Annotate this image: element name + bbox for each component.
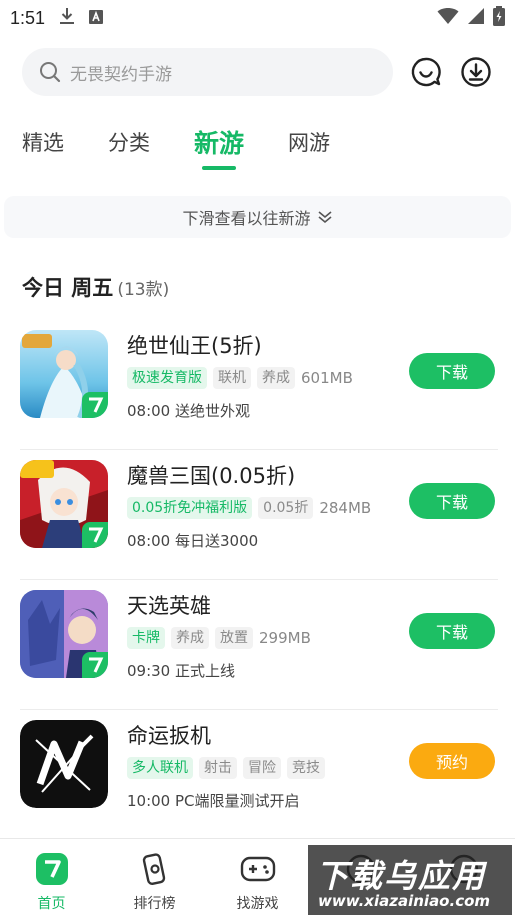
game-size: 299MB <box>259 629 311 647</box>
game-list-item[interactable]: 绝世仙王(5折) 极速发育版 联机 养成 601MB 08:00 送绝世外观 下… <box>20 320 498 450</box>
watermark-title: 下载乌应用 <box>316 857 487 895</box>
release-time: 08:00 <box>127 402 171 420</box>
game-name: 命运扳机 <box>127 724 211 748</box>
game-tag: 极速发育版 <box>127 367 207 389</box>
game-tag: 0.05折 <box>258 497 314 519</box>
download-button[interactable]: 下载 <box>409 613 495 649</box>
pull-hint-text: 下滑查看以往新游 <box>182 209 311 228</box>
release-time: 09:30 <box>127 662 171 680</box>
nav-home[interactable]: 首页 <box>0 839 103 917</box>
search-input[interactable]: 无畏契约手游 <box>22 48 393 96</box>
double-chevron-down-icon <box>317 211 332 224</box>
battery-charging-icon <box>493 6 505 30</box>
tab-online-games[interactable]: 网游 <box>288 118 330 166</box>
section-count: (13款) <box>117 280 170 300</box>
status-time: 1:51 <box>10 7 46 28</box>
release-time: 08:00 <box>127 532 171 550</box>
game-tags: 卡牌 养成 放置 299MB <box>127 626 311 650</box>
download-circle-icon <box>461 57 491 87</box>
app-notification-icon <box>89 9 104 28</box>
game-name: 魔兽三国(0.05折) <box>127 464 296 488</box>
nav-ranking[interactable]: 排行榜 <box>103 839 206 917</box>
tab-label: 网游 <box>288 131 331 155</box>
tab-new-games[interactable]: 新游 <box>194 118 245 170</box>
game-size: 601MB <box>301 369 353 387</box>
pull-to-view-past-games[interactable]: 下滑查看以往新游 <box>4 196 511 238</box>
section-title: 今日 周五 <box>22 276 114 300</box>
game-size: 284MB <box>319 499 372 517</box>
watermark-url: www.xiazainiao.com <box>318 892 491 910</box>
message-smile-icon <box>411 57 441 87</box>
app-corner-badge-icon <box>82 522 108 548</box>
nav-label: 找游戏 <box>236 896 279 912</box>
game-tags: 极速发育版 联机 养成 601MB <box>127 366 353 390</box>
game-icon-jueshi-xianwang[interactable] <box>20 330 108 418</box>
download-manager-button[interactable] <box>459 55 493 89</box>
status-bar: 1:51 <box>0 0 515 36</box>
game-tag: 联机 <box>213 367 251 389</box>
game-tag: 冒险 <box>243 757 281 779</box>
game-release-info: 08:00 每日送3000 <box>127 530 258 551</box>
release-time: 10:00 <box>127 792 171 810</box>
messages-button[interactable] <box>409 55 443 89</box>
download-notification-icon <box>59 7 75 29</box>
tab-label: 新游 <box>194 129 245 158</box>
game-tag: 养成 <box>257 367 295 389</box>
game-name: 天选英雄 <box>127 594 211 618</box>
wifi-icon <box>437 7 459 29</box>
app-corner-badge-icon <box>82 392 108 418</box>
game-tag: 0.05折免冲福利版 <box>127 497 253 519</box>
game-release-info: 10:00 PC端限量测试开启 <box>127 790 300 811</box>
game-icon-moshou-sanguo[interactable] <box>20 460 108 548</box>
game-icon-tianxuan-yingxiong[interactable] <box>20 590 108 678</box>
release-desc: 送绝世外观 <box>175 402 251 420</box>
tab-label: 分类 <box>108 131 150 155</box>
game-tag: 射击 <box>199 757 237 779</box>
gamepad-icon <box>240 851 276 887</box>
tab-categories[interactable]: 分类 <box>108 118 150 166</box>
ranking-icon <box>137 851 173 887</box>
game-icon-mingyun-banji[interactable] <box>20 720 108 808</box>
release-desc: PC端限量测试开启 <box>175 792 300 810</box>
search-placeholder: 无畏契约手游 <box>70 64 172 85</box>
game-tag: 放置 <box>215 627 253 649</box>
search-row: 无畏契约手游 <box>22 47 500 97</box>
app-corner-badge-icon <box>82 652 108 678</box>
download-button[interactable]: 下载 <box>409 353 495 389</box>
release-desc: 正式上线 <box>175 662 236 680</box>
game-release-info: 08:00 送绝世外观 <box>127 400 250 421</box>
tab-label: 精选 <box>22 131 64 155</box>
game-tags: 0.05折免冲福利版 0.05折 284MB <box>127 496 371 520</box>
cellular-signal-icon <box>467 7 485 29</box>
nav-label: 首页 <box>37 896 66 912</box>
category-tabs: 精选 分类 新游 网游 <box>22 118 374 178</box>
game-list-item[interactable]: 魔兽三国(0.05折) 0.05折免冲福利版 0.05折 284MB 08:00… <box>20 450 498 580</box>
game-tags: 多人联机 射击 冒险 竞技 <box>127 756 331 780</box>
tab-featured[interactable]: 精选 <box>22 118 64 166</box>
tab-active-indicator <box>202 166 236 170</box>
game-list-item[interactable]: 命运扳机 多人联机 射击 冒险 竞技 10:00 PC端限量测试开启 预约 <box>20 710 498 840</box>
search-icon <box>40 62 61 83</box>
nav-find-games[interactable]: 找游戏 <box>206 839 309 917</box>
game-tag: 竞技 <box>287 757 325 779</box>
section-header: 今日 周五 (13款) <box>22 272 169 302</box>
game-tag: 卡牌 <box>127 627 165 649</box>
home-icon <box>34 851 70 887</box>
game-release-info: 09:30 正式上线 <box>127 660 235 681</box>
game-tag: 多人联机 <box>127 757 193 779</box>
download-button[interactable]: 下载 <box>409 483 495 519</box>
game-name: 绝世仙王(5折) <box>127 334 262 358</box>
nav-label: 排行榜 <box>133 896 176 912</box>
watermark-logo: 下载乌应用 www.xiazainiao.com <box>308 845 512 915</box>
game-tag: 养成 <box>171 627 209 649</box>
reserve-button[interactable]: 预约 <box>409 743 495 779</box>
game-list-item[interactable]: 天选英雄 卡牌 养成 放置 299MB 09:30 正式上线 下载 <box>20 580 498 710</box>
release-desc: 每日送3000 <box>175 532 259 550</box>
